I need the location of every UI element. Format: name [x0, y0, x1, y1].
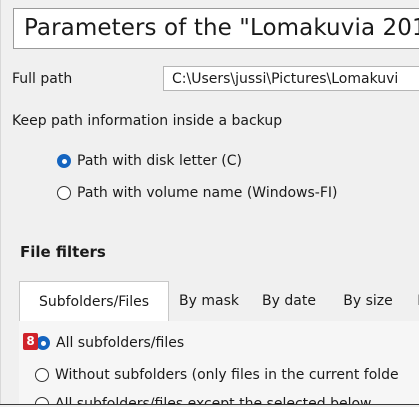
tab-subfolders-files[interactable]: Subfolders/Files — [19, 281, 169, 322]
full-path-field[interactable]: C:\Users\jussi\Pictures\Lomakuvi — [163, 66, 419, 91]
radio-disk-letter-icon[interactable] — [57, 154, 71, 168]
file-filters-title: File filters — [20, 243, 106, 261]
radio-all-subfolders-icon[interactable] — [36, 336, 50, 350]
bottom-border — [0, 404, 419, 405]
radio-all-subfolders-label[interactable]: All subfolders/files — [56, 334, 184, 352]
full-path-label: Full path — [12, 71, 73, 87]
radio-without-subfolders-icon[interactable] — [35, 368, 49, 382]
tab-more[interactable]: B — [407, 281, 419, 321]
radio-volume-name-label[interactable]: Path with volume name (Windows-FI) — [77, 184, 337, 202]
full-path-value: C:\Users\jussi\Pictures\Lomakuvi — [172, 71, 399, 87]
step-badge: 8 — [23, 333, 38, 350]
filter-tabs: Subfolders/Files By mask By date By size… — [19, 281, 419, 322]
backup-title-field[interactable]: Parameters of the "Lomakuvia 201 — [13, 8, 419, 49]
tab-by-mask[interactable]: By mask — [169, 281, 249, 321]
tab-by-date[interactable]: By date — [249, 281, 329, 321]
tab-by-size[interactable]: By size — [329, 281, 407, 321]
backup-title-text: Parameters of the "Lomakuvia 201 — [24, 15, 419, 41]
radio-disk-letter-label[interactable]: Path with disk letter (C) — [77, 152, 242, 170]
parameters-dialog: Parameters of the "Lomakuvia 201 Full pa… — [0, 0, 419, 405]
radio-without-subfolders-label[interactable]: Without subfolders (only files in the cu… — [55, 366, 399, 384]
keep-path-label: Keep path information inside a backup — [12, 113, 283, 129]
radio-volume-name-icon[interactable] — [57, 186, 71, 200]
